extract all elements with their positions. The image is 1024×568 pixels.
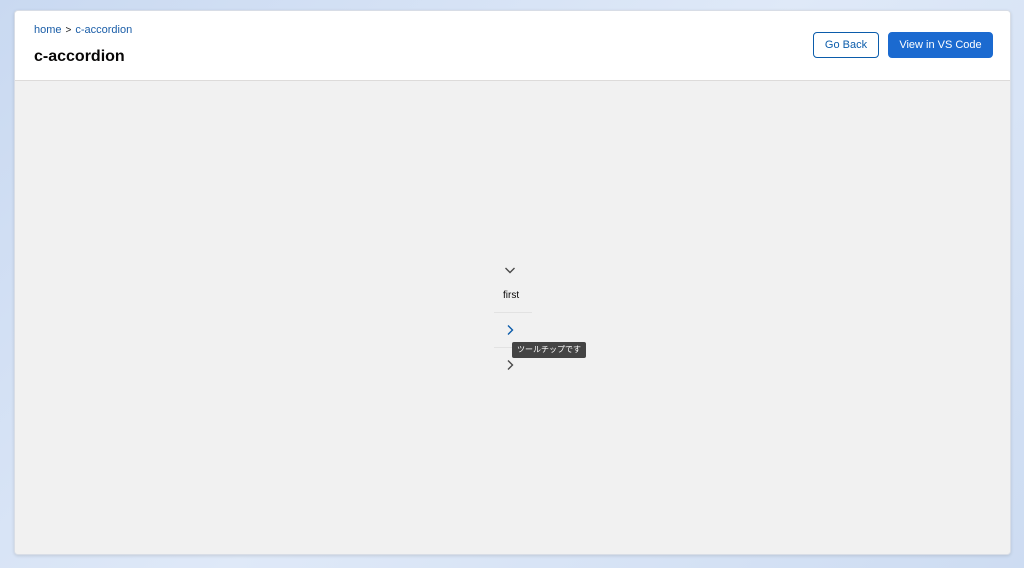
accordion-divider: [494, 312, 532, 313]
chevron-down-icon[interactable]: [503, 263, 517, 277]
accordion-section-label-first: first: [503, 290, 520, 301]
page-title: c-accordion: [34, 48, 125, 65]
preview-area: first ツールチップです: [15, 81, 1010, 554]
app-frame: home > c-accordion c-accordion Go Back V…: [14, 10, 1011, 555]
breadcrumb-separator: >: [65, 24, 72, 36]
chevron-right-icon[interactable]: [503, 323, 517, 337]
breadcrumb: home > c-accordion: [34, 24, 132, 36]
page-header: home > c-accordion c-accordion Go Back V…: [15, 11, 1010, 81]
breadcrumb-current-link[interactable]: c-accordion: [75, 24, 132, 36]
go-back-button[interactable]: Go Back: [813, 32, 879, 58]
chevron-right-icon[interactable]: [503, 358, 517, 372]
breadcrumb-home-link[interactable]: home: [34, 24, 62, 36]
view-in-vscode-button[interactable]: View in VS Code: [888, 32, 993, 58]
tooltip: ツールチップです: [512, 342, 586, 358]
